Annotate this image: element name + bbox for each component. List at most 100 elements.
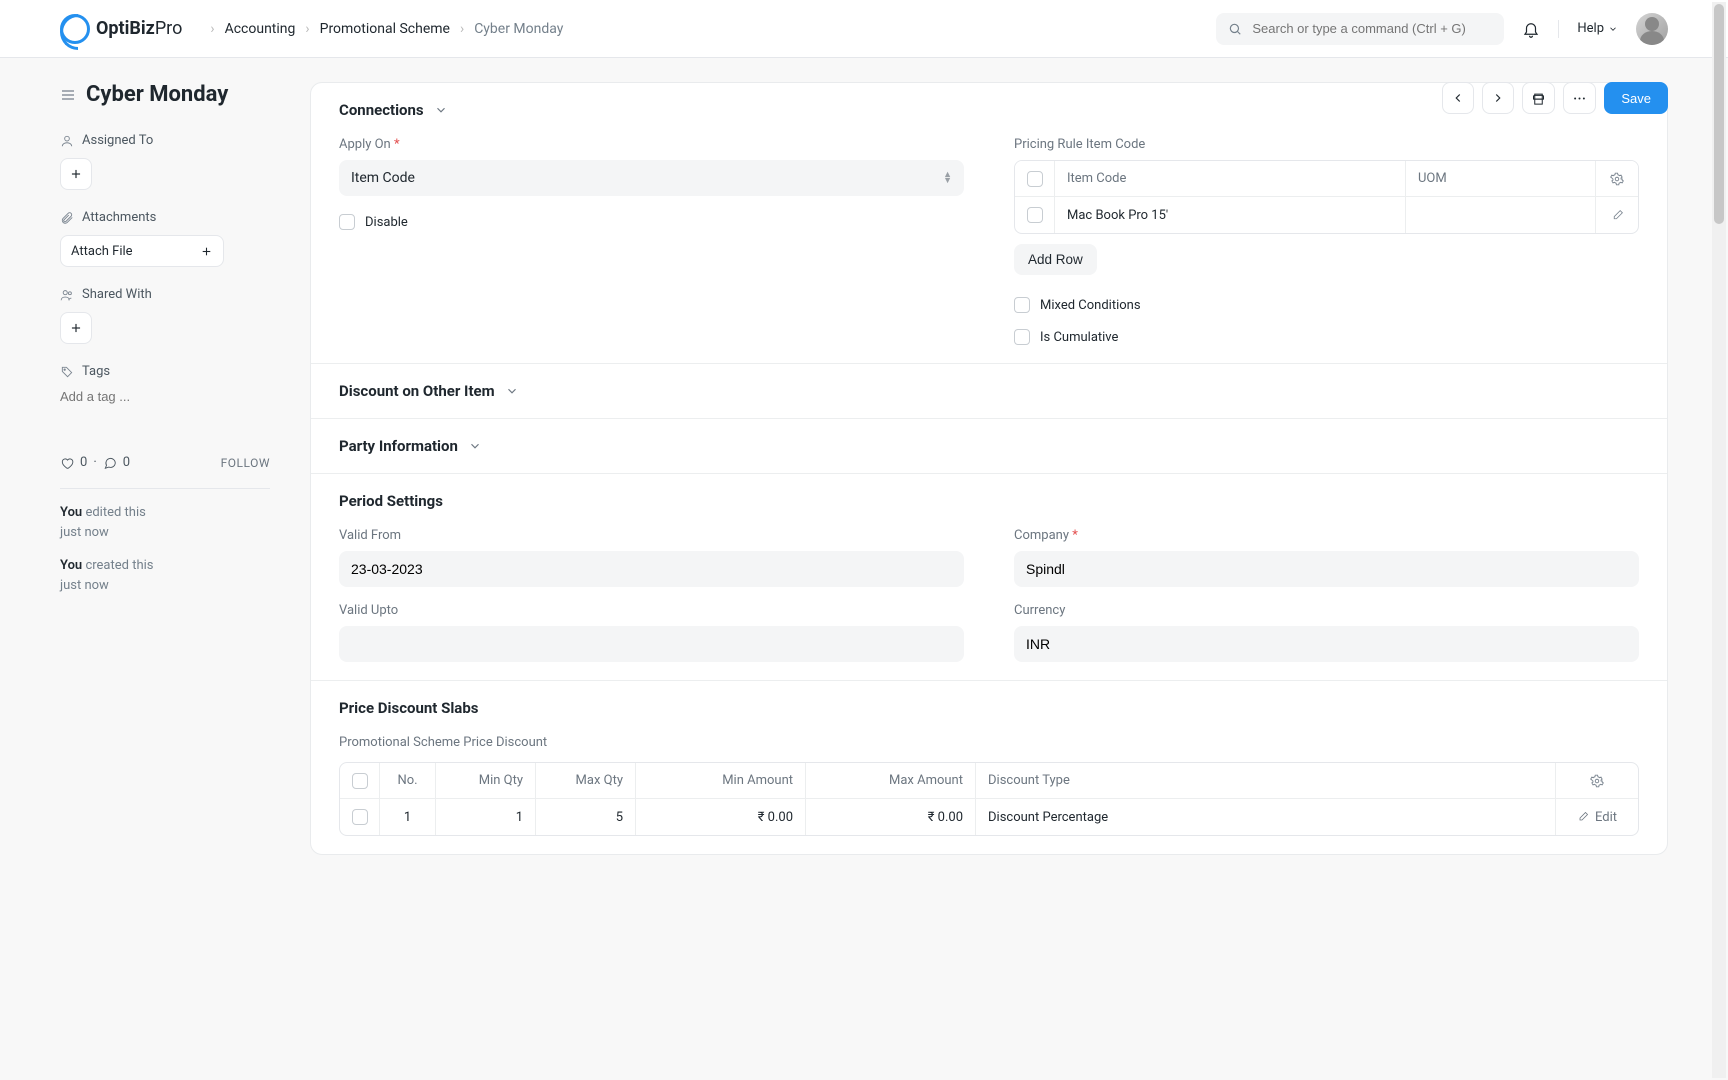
printer-icon (1531, 91, 1546, 106)
slab-minamt[interactable]: ₹ 0.00 (636, 799, 806, 835)
tags-label: Tags (60, 364, 270, 379)
page-sidebar: Cyber Monday Assigned To Attachments Att… (60, 82, 270, 855)
search-icon (1228, 22, 1242, 36)
mixed-conditions-checkbox[interactable] (1014, 297, 1030, 313)
next-button[interactable] (1482, 82, 1514, 114)
section-period-title-head: Period Settings (339, 492, 1639, 510)
col-minamt[interactable]: Min Amount (636, 763, 806, 798)
col-uom[interactable]: UOM (1406, 161, 1596, 196)
disable-checkbox[interactable] (339, 214, 355, 230)
valid-from-input[interactable] (339, 551, 964, 587)
scrollbar-thumb[interactable] (1714, 4, 1724, 224)
heart-icon[interactable] (60, 456, 74, 470)
is-cumulative-checkbox[interactable] (1014, 329, 1030, 345)
slabs-table: No. Min Qty Max Qty Min Amount Max Amoun… (339, 762, 1639, 836)
slab-minq[interactable]: 1 (436, 799, 536, 835)
valid-from-field[interactable] (351, 561, 952, 577)
comments-count: 0 (123, 455, 130, 470)
comment-icon[interactable] (103, 456, 117, 470)
edit-icon[interactable] (1611, 209, 1624, 222)
users-icon (60, 288, 74, 302)
section-party-toggle[interactable]: Party Information (339, 437, 1639, 455)
more-menu-button[interactable] (1563, 82, 1596, 114)
add-share-button[interactable] (60, 312, 92, 344)
global-search[interactable] (1216, 13, 1504, 45)
print-button[interactable] (1522, 82, 1555, 114)
section-connections-title: Connections (339, 101, 424, 119)
breadcrumb-current: Cyber Monday (474, 21, 563, 37)
apply-on-select[interactable]: Item Code ▲▼ (339, 160, 964, 196)
slab-maxamt[interactable]: ₹ 0.00 (806, 799, 976, 835)
follow-button[interactable]: FOLLOW (221, 456, 270, 470)
pricing-rule-label: Pricing Rule Item Code (1014, 137, 1639, 152)
menu-icon[interactable] (60, 87, 76, 103)
social-row: 0 · 0 FOLLOW (60, 455, 270, 489)
apply-on-value: Item Code (351, 170, 415, 186)
save-button[interactable]: Save (1604, 82, 1668, 114)
col-maxq[interactable]: Max Qty (536, 763, 636, 798)
section-slabs-title: Price Discount Slabs (339, 699, 478, 717)
shared-with-label: Shared With (60, 287, 270, 302)
breadcrumb-scheme[interactable]: Promotional Scheme (320, 21, 450, 37)
company-input[interactable] (1014, 551, 1639, 587)
chevron-down-icon (468, 439, 482, 453)
plus-icon (200, 245, 213, 258)
scrollbar[interactable] (1712, 2, 1726, 1078)
row-uom[interactable] (1406, 197, 1596, 233)
section-party-title: Party Information (339, 437, 458, 455)
add-assignee-button[interactable] (60, 158, 92, 190)
gear-icon[interactable] (1590, 774, 1604, 788)
slabs-select-all-checkbox[interactable] (352, 773, 368, 789)
main-card: Connections Apply On Item Code ▲▼ Disabl… (310, 82, 1668, 855)
pricing-rule-table: Item Code UOM Mac Book Pro 15' (1014, 160, 1639, 234)
bell-icon[interactable] (1522, 20, 1540, 38)
col-minq[interactable]: Min Qty (436, 763, 536, 798)
user-icon (60, 134, 74, 148)
prev-button[interactable] (1442, 82, 1474, 114)
row-checkbox[interactable] (1027, 207, 1043, 223)
attach-file-button[interactable]: Attach File (60, 235, 224, 267)
col-no[interactable]: No. (380, 763, 436, 798)
company-field[interactable] (1026, 561, 1627, 577)
col-maxamt[interactable]: Max Amount (806, 763, 976, 798)
valid-upto-label: Valid Upto (339, 603, 964, 618)
row-item-code[interactable]: Mac Book Pro 15' (1055, 197, 1406, 233)
currency-input[interactable] (1014, 626, 1639, 662)
attach-file-label: Attach File (71, 244, 133, 259)
slab-dtype[interactable]: Discount Percentage (976, 799, 1556, 835)
chevron-right-icon: › (460, 21, 464, 37)
help-label: Help (1577, 21, 1604, 36)
page-title: Cyber Monday (86, 82, 228, 107)
logo[interactable]: OptiBizPro (60, 14, 182, 44)
slab-maxq[interactable]: 5 (536, 799, 636, 835)
section-slabs-head: Price Discount Slabs (339, 699, 1639, 717)
col-item-code[interactable]: Item Code (1055, 161, 1406, 196)
valid-upto-field[interactable] (351, 636, 952, 652)
currency-label: Currency (1014, 603, 1639, 618)
slab-edit-button[interactable]: Edit (1556, 799, 1638, 835)
plus-icon (69, 167, 83, 181)
mixed-conditions-label: Mixed Conditions (1040, 298, 1141, 313)
slab-no[interactable]: 1 (380, 799, 436, 835)
breadcrumb: › Accounting › Promotional Scheme › Cybe… (210, 21, 563, 37)
help-menu[interactable]: Help (1577, 21, 1618, 36)
page-toolbar: Save (1442, 82, 1668, 114)
valid-upto-input[interactable] (339, 626, 964, 662)
gear-icon[interactable] (1610, 172, 1624, 186)
tag-input[interactable] (60, 389, 270, 404)
breadcrumb-accounting[interactable]: Accounting (225, 21, 296, 37)
section-discount-other-toggle[interactable]: Discount on Other Item (339, 382, 1639, 400)
dot: · (93, 455, 96, 470)
activity-entry: You created this just now (60, 556, 270, 595)
slab-row-checkbox[interactable] (352, 809, 368, 825)
chevron-right-icon: › (210, 21, 214, 37)
section-period-title: Period Settings (339, 492, 443, 510)
currency-field[interactable] (1026, 636, 1627, 652)
add-row-button[interactable]: Add Row (1014, 244, 1097, 275)
avatar[interactable] (1636, 13, 1668, 45)
search-input[interactable] (1252, 21, 1492, 36)
chevron-right-icon: › (305, 21, 309, 37)
divider (1558, 20, 1559, 38)
table-select-all-checkbox[interactable] (1027, 171, 1043, 187)
col-dtype[interactable]: Discount Type (976, 763, 1556, 798)
